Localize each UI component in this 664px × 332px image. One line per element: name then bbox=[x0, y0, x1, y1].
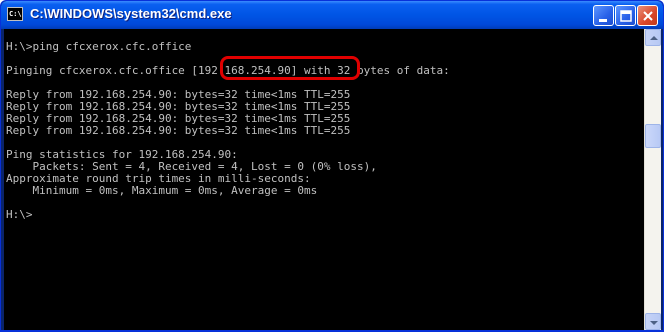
minimize-button[interactable] bbox=[593, 5, 614, 26]
window-title: C:\WINDOWS\system32\cmd.exe bbox=[30, 6, 232, 21]
scroll-up-button[interactable] bbox=[645, 29, 661, 46]
ip-address-highlight bbox=[220, 56, 360, 80]
minimize-icon bbox=[599, 19, 607, 22]
scroll-down-arrow-icon bbox=[650, 321, 658, 325]
vertical-scrollbar[interactable] bbox=[644, 29, 661, 330]
close-button[interactable] bbox=[637, 5, 658, 26]
close-icon bbox=[643, 11, 653, 21]
cmd-window: C:\ C:\WINDOWS\system32\cmd.exe H:\>ping… bbox=[0, 0, 664, 332]
scrollbar-thumb[interactable] bbox=[645, 124, 661, 148]
scroll-down-button[interactable] bbox=[645, 313, 661, 330]
maximize-icon bbox=[620, 10, 632, 22]
title-bar[interactable]: C:\ C:\WINDOWS\system32\cmd.exe bbox=[1, 1, 663, 29]
cmd-console-icon[interactable]: C:\ bbox=[7, 7, 23, 21]
maximize-button[interactable] bbox=[615, 5, 636, 26]
scroll-up-arrow-icon bbox=[650, 36, 658, 40]
console-output-area[interactable]: H:\>ping cfcxerox.cfc.office Pinging cfc… bbox=[4, 29, 644, 330]
